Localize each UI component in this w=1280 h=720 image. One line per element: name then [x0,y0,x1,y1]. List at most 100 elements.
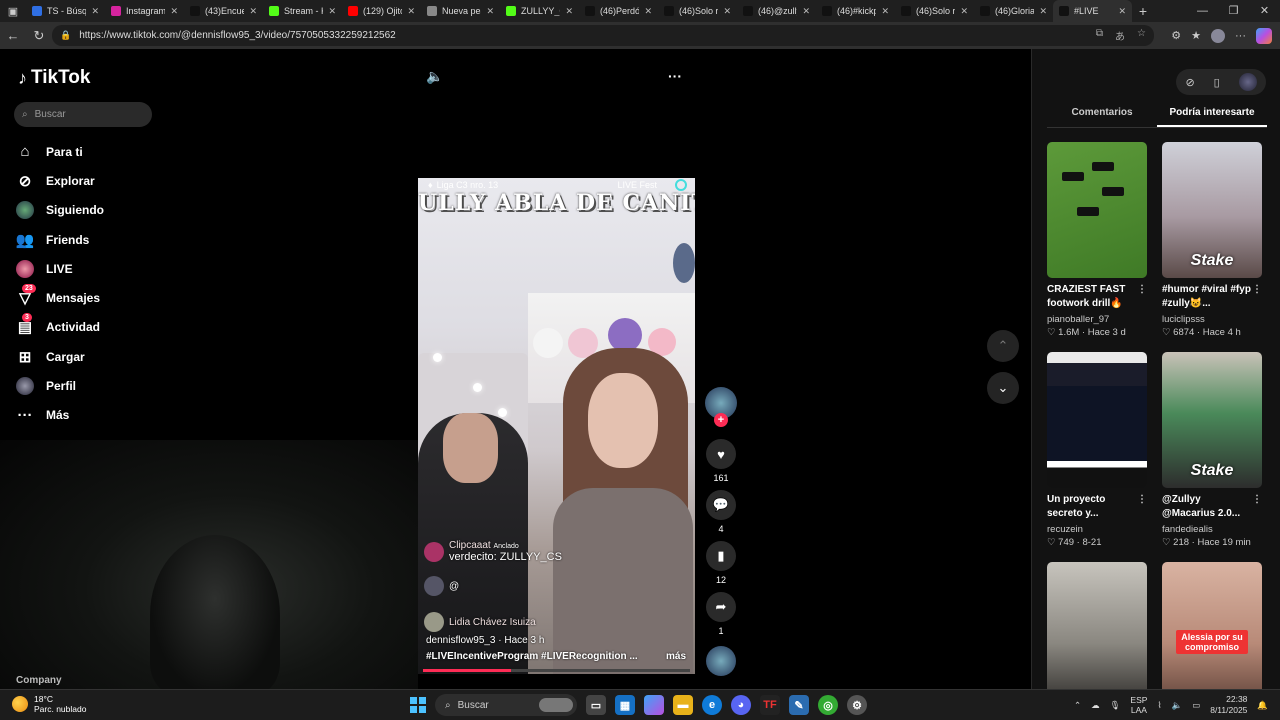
tab-close-icon[interactable]: ✕ [960,6,968,17]
sidebar-item-friends[interactable]: 👥 Friends [16,225,104,254]
tab-close-icon[interactable]: ✕ [407,6,415,17]
paint-app-icon[interactable]: ✎ [789,695,809,715]
extensions-icon[interactable]: ⚙ [1171,29,1181,42]
address-bar[interactable]: 🔒 https://www.tiktok.com/@dennisflow95_3… [52,25,1154,46]
tab-suggested[interactable]: Podría interesarte [1157,104,1267,127]
creator-avatar[interactable]: + [705,387,737,427]
copilot-app-icon[interactable] [644,695,664,715]
follow-plus-icon[interactable]: + [714,413,728,427]
notifications-bell-icon[interactable]: 🔔 [1257,700,1268,711]
settings-app-icon[interactable]: ⚙ [847,695,867,715]
video-thumbnail[interactable] [1047,142,1147,278]
video-more-icon[interactable]: ··· [668,68,682,84]
tab-close-icon[interactable]: ✕ [249,6,257,17]
tab-close-icon[interactable]: ✕ [723,6,731,17]
browser-tab[interactable]: (46)@zully ✕ [737,0,816,22]
video-thumbnail[interactable]: Stake [1162,142,1262,278]
card-author[interactable]: pianoballer_97 [1047,314,1147,325]
comment-icon[interactable]: 💬 [706,490,736,520]
browser-tab[interactable]: (46)Gloria ✕ [974,0,1053,22]
file-explorer-icon[interactable]: ▬ [673,695,693,715]
share-icon[interactable]: ➦ [706,592,736,622]
copilot-icon[interactable] [1256,27,1272,44]
card-author[interactable]: luciclipsss [1162,314,1262,325]
maximize-icon[interactable]: ❐ [1218,0,1249,22]
sidebar-item-para-ti[interactable]: ⌂ Para ti [16,137,104,166]
green-app-icon[interactable]: ◎ [818,695,838,715]
tab-actions-menu-icon[interactable]: ▣ [0,0,26,22]
sidebar-item-más[interactable]: ··· Más [16,401,104,430]
back-icon[interactable]: ← [0,28,26,43]
onedrive-icon[interactable]: ☁ [1091,700,1100,711]
card-title[interactable]: Un proyecto secreto y... [1047,494,1105,519]
sidebar-item-explorar[interactable]: ⊘ Explorar [16,166,104,195]
clock[interactable]: 22:38 8/11/2025 [1210,694,1247,716]
card-more-icon[interactable]: ⋮ [1137,493,1147,507]
task-view-icon[interactable]: ▭ [586,695,606,715]
windows-start-icon[interactable] [410,697,426,713]
video-thumbnail[interactable] [1047,352,1147,488]
battery-icon[interactable]: ▭ [1192,700,1200,711]
video-thumbnail[interactable]: Stake [1162,352,1262,488]
tab-close-icon[interactable]: ✕ [91,6,99,17]
tab-close-icon[interactable]: ✕ [1118,6,1126,17]
card-more-icon[interactable]: ⋮ [1137,283,1147,297]
profile-avatar[interactable] [1211,28,1225,43]
browser-tab[interactable]: (46)Solo re ✕ [658,0,737,22]
card-more-icon[interactable]: ⋮ [1252,493,1262,507]
suggested-video-card[interactable]: CRAZIEST FAST footwork drill🔥 t... ⋮ piano… [1047,142,1147,338]
browser-tab[interactable]: (129) Ojitos ✕ [342,0,421,22]
sidebar-item-live[interactable]: LIVE [16,254,104,283]
card-title[interactable]: #humor #viral #fyp #zully😺... [1162,284,1251,309]
video-thumbnail[interactable]: Alessia por su compromiso [1162,562,1262,698]
device-icon[interactable]: ▯ [1214,76,1220,89]
site-info-icon[interactable]: 🔒 [60,30,71,41]
tab-close-icon[interactable]: ✕ [328,6,336,17]
edge-browser-icon[interactable]: e [702,695,722,715]
weather-widget[interactable]: 18°C Parc. nublado [12,694,86,714]
browser-tab[interactable]: ZULLYY_CS ✕ [500,0,579,22]
sidebar-item-cargar[interactable]: ⊞ Cargar [16,342,104,371]
card-title[interactable]: CRAZIEST FAST footwork drill🔥 t... [1047,284,1125,312]
suggested-video-card[interactable] [1047,562,1147,698]
more-menu-icon[interactable]: ··· [1235,30,1246,42]
compass-icon[interactable]: ⊘ [1185,76,1194,89]
browser-tab[interactable]: (43)Encuentra ✕ [184,0,263,22]
tab-close-icon[interactable]: ✕ [486,6,494,17]
video-progress-bar[interactable] [423,669,690,672]
microphone-icon[interactable]: 🎙 [1110,700,1121,711]
sidebar-item-perfil[interactable]: Perfil [16,371,104,400]
card-title[interactable]: @Zullyy @Macarius 2.0... [1162,494,1240,519]
bookmark-icon[interactable]: ▮ [706,541,736,571]
sidebar-item-mensajes[interactable]: ▽ 23 Mensajes [16,283,104,312]
card-author[interactable]: recuzein [1047,524,1147,535]
sidebar-item-siguiendo[interactable]: Siguiendo [16,196,104,225]
wifi-icon[interactable]: ⌇ [1157,700,1161,711]
suggested-video-card[interactable]: Stake @Zullyy @Macarius 2.0... ⋮ fandedieal… [1162,352,1262,548]
tab-close-icon[interactable]: ✕ [881,6,889,17]
tab-close-icon[interactable]: ✕ [565,6,573,17]
next-video-chevron-down-icon[interactable]: ⌄ [987,372,1019,404]
browser-tab[interactable]: (46)#kickp ✕ [816,0,895,22]
new-tab-button[interactable]: + [1132,3,1154,19]
tf-app-icon[interactable]: TF [760,695,780,715]
refresh-icon[interactable]: ↻ [26,28,52,44]
browser-tab[interactable]: (46)Solo re ✕ [895,0,974,22]
open-in-app-icon[interactable]: ⧉ [1096,28,1103,43]
video-player[interactable]: ♦ Liga C3 nro. 13 LIVE Fest ULLY ABLA DE… [418,178,695,674]
more-link[interactable]: más [666,651,686,662]
music-disc-avatar[interactable] [706,646,736,676]
browser-tab[interactable]: Nueva pestaña ✕ [421,0,500,22]
card-author[interactable]: fandediealis [1162,524,1262,535]
suggested-video-card[interactable]: Un proyecto secreto y... ⋮ recuzein ♡ 749 ·… [1047,352,1147,548]
browser-tab[interactable]: (46)Perdón ✕ [579,0,658,22]
discord-icon[interactable]: ◕ [731,695,751,715]
speaker-icon[interactable]: 🔈 [1172,700,1183,711]
microsoft-store-icon[interactable]: ▦ [615,695,635,715]
suggested-video-card[interactable]: Stake #humor #viral #fyp #zully😺... ⋮ lucic… [1162,142,1262,338]
tab-close-icon[interactable]: ✕ [1039,6,1047,17]
tab-close-icon[interactable]: ✕ [170,6,178,17]
favorites-icon[interactable]: ★ [1191,29,1201,42]
tab-comments[interactable]: Comentarios [1047,104,1157,127]
language-indicator[interactable]: ESP LAA [1130,695,1147,715]
